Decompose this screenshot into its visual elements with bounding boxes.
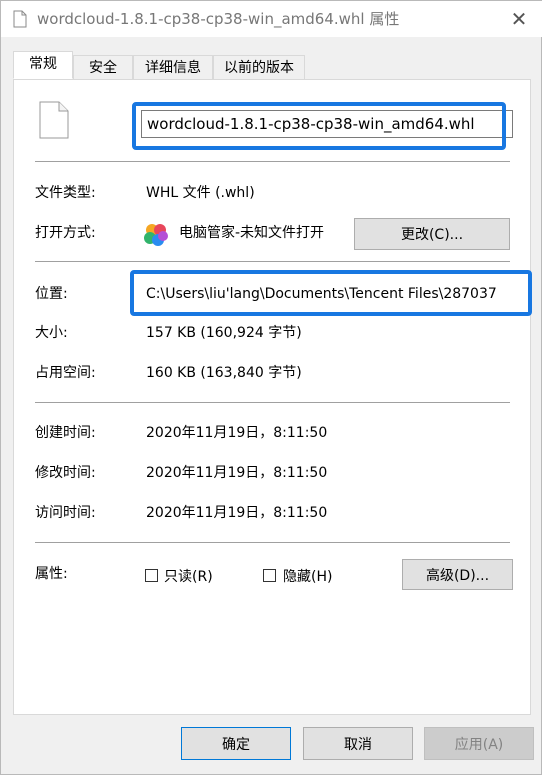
location-label: 位置: bbox=[35, 286, 68, 302]
file-icon bbox=[13, 10, 27, 28]
divider bbox=[35, 402, 510, 403]
size-value: 157 KB (160,924 字节) bbox=[146, 325, 302, 341]
disk-size-value: 160 KB (163,840 字节) bbox=[146, 365, 302, 381]
tab-security[interactable]: 安全 bbox=[73, 55, 133, 79]
advanced-button-label: 高级(D)... bbox=[425, 567, 490, 584]
properties-dialog: wordcloud-1.8.1-cp38-cp38-win_amd64.whl … bbox=[0, 0, 542, 775]
window-title: wordcloud-1.8.1-cp38-cp38-win_amd64.whl … bbox=[37, 10, 400, 28]
title-bar: wordcloud-1.8.1-cp38-cp38-win_amd64.whl … bbox=[1, 1, 542, 37]
tab-previous-versions[interactable]: 以前的版本 bbox=[213, 55, 305, 79]
ok-button-label: 确定 bbox=[222, 736, 250, 753]
tab-security-label: 安全 bbox=[89, 60, 117, 76]
tab-details-label: 详细信息 bbox=[145, 60, 201, 76]
close-button[interactable]: ✕ bbox=[495, 1, 542, 37]
divider bbox=[35, 161, 510, 162]
accessed-label: 访问时间: bbox=[35, 505, 96, 521]
cancel-button-label: 取消 bbox=[344, 736, 372, 753]
document-icon bbox=[39, 101, 69, 139]
modified-value: 2020年11月19日，8:11:50 bbox=[146, 465, 328, 481]
divider bbox=[35, 542, 510, 543]
created-label: 创建时间: bbox=[35, 425, 96, 441]
readonly-label: 只读(R) bbox=[164, 569, 213, 585]
close-icon: ✕ bbox=[510, 7, 528, 31]
divider bbox=[35, 261, 510, 262]
cancel-button[interactable]: 取消 bbox=[303, 727, 413, 760]
location-value[interactable]: C:\Users\liu'lang\Documents\Tencent File… bbox=[146, 285, 497, 303]
hidden-label: 隐藏(H) bbox=[283, 569, 333, 585]
tab-general[interactable]: 常规 bbox=[13, 51, 73, 79]
open-with-value: 电脑管家-未知文件打开 bbox=[179, 225, 325, 241]
file-type-value: WHL 文件 (.whl) bbox=[146, 185, 255, 201]
readonly-checkbox[interactable] bbox=[145, 569, 158, 582]
created-value: 2020年11月19日，8:11:50 bbox=[146, 425, 328, 441]
ok-button[interactable]: 确定 bbox=[181, 727, 291, 760]
general-panel bbox=[13, 79, 531, 715]
tab-details[interactable]: 详细信息 bbox=[133, 55, 213, 79]
tab-general-label: 常规 bbox=[29, 56, 57, 72]
change-button-label: 更改(C)... bbox=[400, 227, 464, 243]
pc-manager-icon bbox=[144, 224, 168, 246]
modified-label: 修改时间: bbox=[35, 465, 96, 481]
size-label: 大小: bbox=[35, 325, 68, 341]
file-name-input[interactable]: wordcloud-1.8.1-cp38-cp38-win_amd64.whl bbox=[141, 110, 513, 138]
hidden-checkbox[interactable] bbox=[263, 569, 276, 582]
file-type-label: 文件类型: bbox=[35, 185, 96, 201]
tab-previous-versions-label: 以前的版本 bbox=[224, 60, 294, 76]
change-button[interactable]: 更改(C)... bbox=[354, 218, 510, 250]
apply-button-label: 应用(A) bbox=[454, 736, 504, 753]
accessed-value: 2020年11月19日，8:11:50 bbox=[146, 505, 328, 521]
attributes-label: 属性: bbox=[35, 566, 68, 582]
open-with-label: 打开方式: bbox=[35, 225, 96, 241]
advanced-button[interactable]: 高级(D)... bbox=[402, 559, 513, 590]
disk-size-label: 占用空间: bbox=[35, 365, 96, 381]
apply-button[interactable]: 应用(A) bbox=[424, 727, 534, 760]
